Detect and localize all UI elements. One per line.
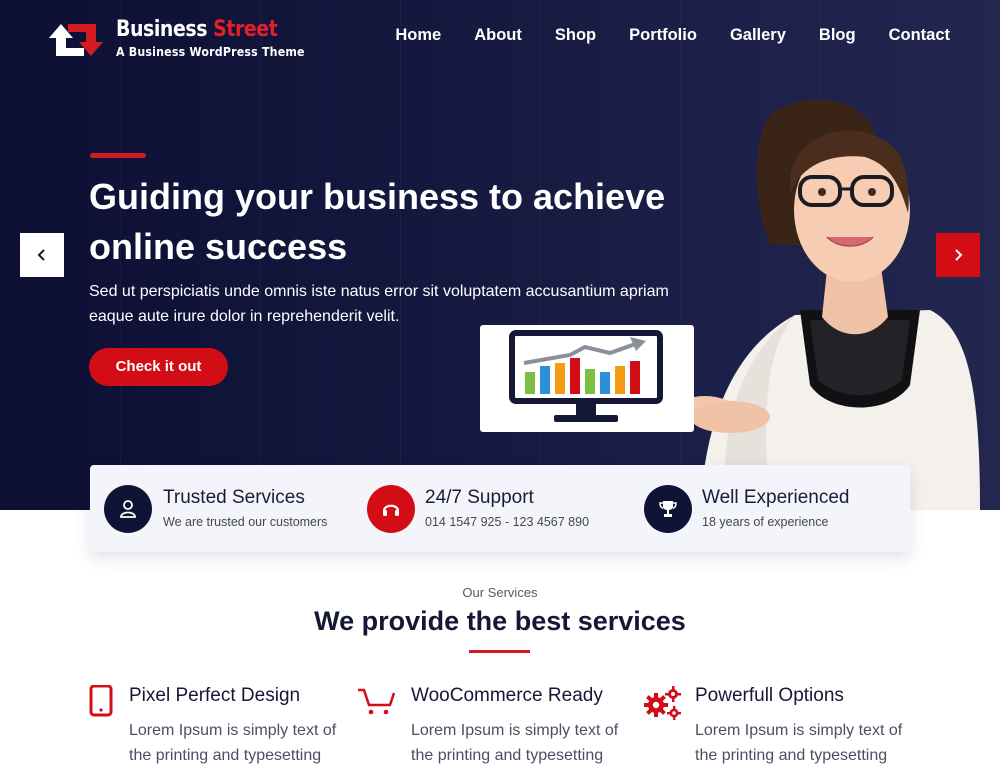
main-nav: Home About Shop Portfolio Gallery Blog C…	[362, 26, 950, 45]
site-logo[interactable]: Business Street A Business WordPress The…	[46, 17, 306, 62]
logo-tagline: A Business WordPress Theme	[116, 45, 305, 59]
site-header: Business Street A Business WordPress The…	[0, 0, 1000, 76]
slider-next-button[interactable]	[936, 233, 980, 277]
feature-title: 24/7 Support	[425, 487, 534, 508]
check-it-out-button[interactable]: Check it out	[89, 348, 228, 386]
nav-item-shop[interactable]: Shop	[555, 26, 596, 45]
services-tag: Our Services	[462, 585, 538, 600]
feature-subtitle: We are trusted our customers	[163, 515, 328, 529]
gears-icon	[644, 686, 681, 720]
tablet-icon	[89, 685, 113, 717]
cart-icon	[358, 688, 396, 715]
feature-title: Trusted Services	[163, 487, 305, 508]
nav-item-portfolio[interactable]: Portfolio	[629, 26, 697, 45]
feature-experience: Well Experienced 18 years of experience	[644, 465, 894, 552]
hero-slider: Business Street A Business WordPress The…	[0, 0, 1000, 510]
logo-title: Business Street	[116, 17, 278, 42]
feature-subtitle: 18 years of experience	[702, 515, 829, 529]
nav-item-gallery[interactable]: Gallery	[730, 26, 786, 45]
hero-accent-bar	[90, 153, 146, 158]
user-icon	[104, 485, 152, 533]
service-text: Lorem Ipsum is simply text of the printi…	[695, 722, 903, 764]
headset-icon	[367, 485, 415, 533]
slider-prev-button[interactable]	[20, 233, 64, 277]
service-powerfull-options: Powerfull Options Lorem Ipsum is simply …	[643, 683, 913, 764]
feature-subtitle: 014 1547 925 - 123 4567 890	[425, 515, 590, 529]
service-title: Pixel Perfect Design	[129, 685, 301, 706]
nav-item-about[interactable]: About	[474, 26, 522, 45]
feature-trusted-services: Trusted Services We are trusted our cust…	[104, 465, 354, 552]
nav-item-home[interactable]: Home	[395, 26, 441, 45]
hero-title: Guiding your business to achieve online …	[89, 176, 666, 267]
hero-description: Sed ut perspiciatis unde omnis iste natu…	[89, 283, 669, 325]
nav-item-contact[interactable]: Contact	[889, 26, 950, 45]
services-divider	[469, 650, 530, 653]
chevron-left-icon	[37, 249, 45, 261]
features-bar: Trusted Services We are trusted our cust…	[90, 465, 910, 552]
services-title: We provide the best services	[314, 606, 686, 636]
chevron-right-icon	[955, 249, 963, 261]
service-pixel-perfect: Pixel Perfect Design Lorem Ipsum is simp…	[88, 683, 358, 764]
logo-arrows-icon	[49, 24, 103, 56]
feature-support: 24/7 Support 014 1547 925 - 123 4567 890	[367, 465, 627, 552]
service-woocommerce: WooCommerce Ready Lorem Ipsum is simply …	[356, 683, 626, 764]
feature-title: Well Experienced	[702, 487, 850, 508]
service-title: Powerfull Options	[695, 685, 844, 706]
service-text: Lorem Ipsum is simply text of the printi…	[129, 722, 337, 764]
service-text: Lorem Ipsum is simply text of the printi…	[411, 722, 619, 764]
nav-item-blog[interactable]: Blog	[819, 26, 856, 45]
trophy-icon	[644, 485, 692, 533]
service-title: WooCommerce Ready	[411, 685, 603, 706]
